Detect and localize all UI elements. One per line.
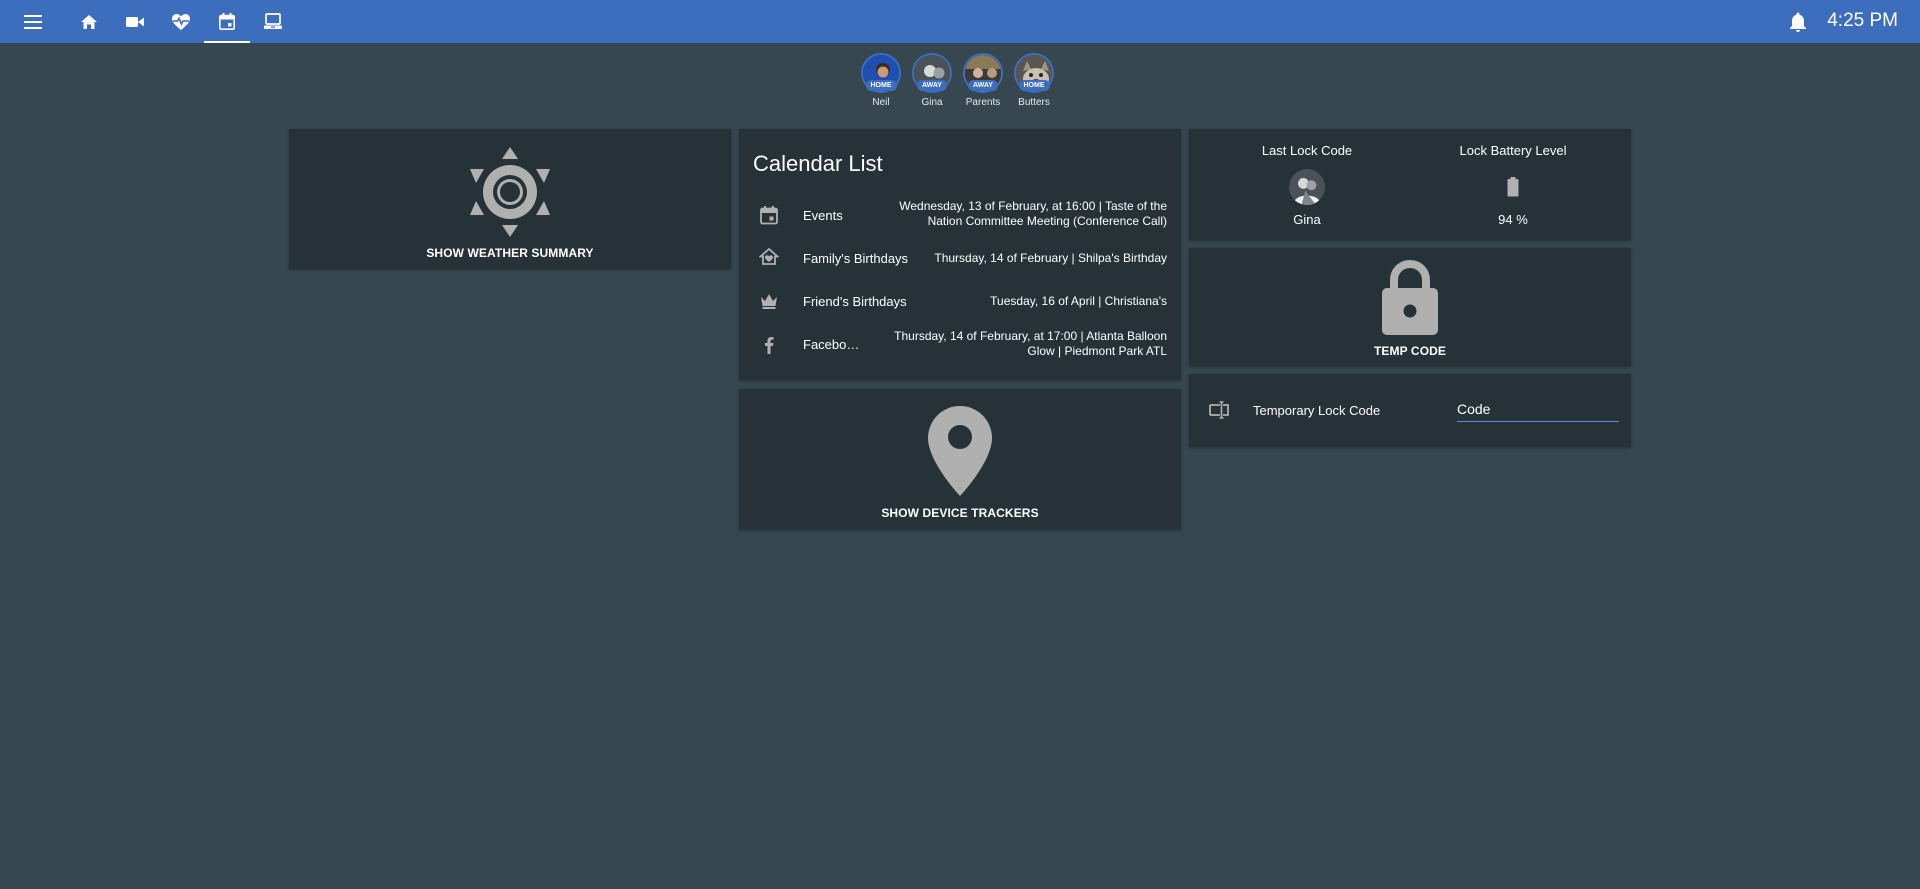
person-name: Neil bbox=[872, 97, 890, 108]
person-badge-butters[interactable]: HOME Butters bbox=[1013, 53, 1055, 108]
view-tabs bbox=[66, 0, 296, 43]
calendar-row-label: Family's Birthdays bbox=[803, 251, 909, 266]
weather-sun-icon bbox=[470, 147, 550, 237]
heart-pulse-icon bbox=[172, 13, 190, 30]
crown-icon bbox=[761, 294, 777, 309]
facebook-icon bbox=[765, 337, 774, 354]
lock-icon bbox=[1382, 260, 1438, 335]
calendar-row-label: Events bbox=[803, 208, 843, 223]
person-name: Butters bbox=[1018, 97, 1050, 108]
app-header: 4:25 PM bbox=[0, 0, 1920, 43]
video-camera-icon bbox=[126, 16, 144, 27]
tab-cameras[interactable] bbox=[112, 0, 158, 43]
form-textbox-icon bbox=[1209, 401, 1229, 419]
calendar-row-value: Thursday, 14 of February, at 17:00 | Atl… bbox=[894, 329, 1167, 358]
home-heart-icon bbox=[759, 247, 779, 265]
device-trackers-card[interactable]: SHOW DEVICE TRACKERS bbox=[739, 389, 1181, 529]
weather-summary-label: SHOW WEATHER SUMMARY bbox=[426, 246, 594, 260]
temporary-lock-code-label: Temporary Lock Code bbox=[1253, 403, 1381, 418]
person-name: Gina bbox=[921, 97, 943, 108]
calendar-title: Calendar List bbox=[753, 151, 883, 176]
person-badge-parents[interactable]: AWAY Parents bbox=[962, 53, 1004, 108]
status-badge: AWAY bbox=[917, 80, 947, 91]
battery-icon[interactable] bbox=[1507, 177, 1519, 197]
code-input[interactable] bbox=[1457, 396, 1619, 421]
calendar-row-value: Tuesday, 16 of April | Christiana's bbox=[990, 294, 1167, 308]
calendar-row-label: Friend's Birthdays bbox=[803, 294, 907, 309]
clock: 4:25 PM bbox=[1827, 10, 1898, 31]
status-badge: AWAY bbox=[968, 80, 998, 91]
calendar-row-facebook[interactable]: Facebo… Thursday, 14 of February, at 17:… bbox=[739, 325, 1181, 365]
lock-battery-title: Lock Battery Level bbox=[1459, 143, 1567, 158]
calendar-row-value: Wednesday, 13 of February, at 16:00 | Ta… bbox=[899, 199, 1167, 228]
calendar-row-family-birthdays[interactable]: Family's Birthdays Thursday, 14 of Febru… bbox=[739, 239, 1181, 279]
calendar-row-friends-birthdays[interactable]: Friend's Birthdays Tuesday, 16 of April … bbox=[739, 282, 1181, 322]
tab-health[interactable] bbox=[158, 0, 204, 43]
map-marker-icon bbox=[928, 406, 992, 496]
calendar-row-events[interactable]: Events Wednesday, 13 of February, at 16:… bbox=[739, 195, 1181, 235]
temporary-lock-code-card: Temporary Lock Code bbox=[1189, 374, 1631, 447]
person-badge-neil[interactable]: HOME Neil bbox=[860, 53, 902, 108]
calendar-card: Calendar List Events Wednesday, 13 of Fe… bbox=[739, 129, 1181, 380]
last-lock-code-title: Last Lock Code bbox=[1261, 143, 1353, 158]
notifications-bell-icon[interactable] bbox=[1786, 10, 1810, 34]
people-badges: HOME Neil AWAY Gina AWAY Parents HOME Bu… bbox=[860, 53, 1055, 108]
status-badge: HOME bbox=[865, 80, 897, 91]
last-lock-code-value: Gina bbox=[1293, 212, 1321, 227]
home-icon bbox=[81, 14, 97, 29]
tab-devices[interactable] bbox=[250, 0, 296, 43]
temporary-lock-code-field bbox=[1457, 396, 1619, 422]
status-badge: HOME bbox=[1018, 80, 1050, 91]
device-trackers-label: SHOW DEVICE TRACKERS bbox=[881, 506, 1039, 520]
calendar-row-value: Thursday, 14 of February | Shilpa's Birt… bbox=[934, 251, 1167, 265]
tab-calendar[interactable] bbox=[204, 0, 250, 43]
temp-code-label: TEMP CODE bbox=[1373, 344, 1447, 358]
last-lock-code-avatar[interactable] bbox=[1289, 169, 1325, 205]
person-name: Parents bbox=[965, 97, 1001, 108]
menu-icon[interactable] bbox=[22, 11, 44, 33]
avatar bbox=[1289, 169, 1325, 205]
temp-code-card[interactable]: TEMP CODE bbox=[1189, 248, 1631, 366]
lock-battery-value: 94 % bbox=[1498, 212, 1528, 227]
calendar-icon bbox=[219, 13, 235, 30]
calendar-icon bbox=[760, 206, 778, 225]
lock-status-card: Last Lock Code Gina Lock Battery Level 9… bbox=[1189, 129, 1631, 240]
calendar-row-label: Facebo… bbox=[803, 337, 860, 352]
weather-card[interactable]: SHOW WEATHER SUMMARY bbox=[289, 129, 731, 269]
laptop-icon bbox=[264, 13, 282, 29]
tab-home[interactable] bbox=[66, 0, 112, 43]
person-badge-gina[interactable]: AWAY Gina bbox=[911, 53, 953, 108]
